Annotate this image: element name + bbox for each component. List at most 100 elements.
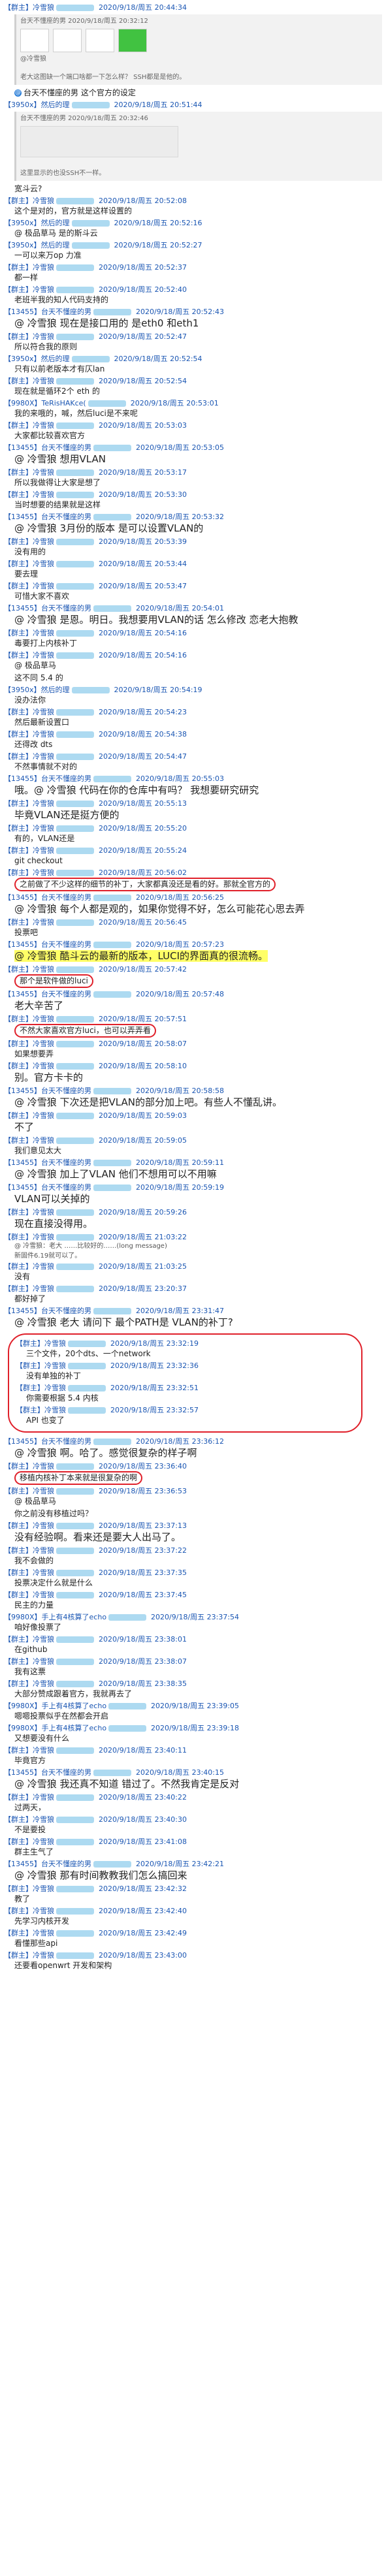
sender-nickname[interactable]: 台天不懂座的男 xyxy=(41,1768,91,1777)
sender-nickname[interactable]: 台天不懂座的男 xyxy=(41,893,91,902)
sender-nickname[interactable]: 冷雪狼 xyxy=(33,1884,54,1893)
sender-nickname[interactable]: 台天不懂座的男 xyxy=(41,1087,91,1095)
sender-nickname[interactable]: 台天不懂座的男 xyxy=(41,513,91,521)
sender-nickname[interactable]: 冷雪狼 xyxy=(33,377,54,385)
chat-message: 【群主】冷雪狼 2020/9/18/周五 20:52:08 这个是对的，官方就是这样… xyxy=(4,196,382,217)
sender-nickname[interactable]: 冷雪狼 xyxy=(33,1657,54,1666)
sender-nickname[interactable]: 冷雪狼 xyxy=(33,1793,54,1802)
sender-nickname[interactable]: 冷雪狼 xyxy=(33,1062,54,1070)
sender-nickname[interactable]: 冷雪狼 xyxy=(33,421,54,430)
sender-nickname[interactable]: 冷雪狼 xyxy=(33,285,54,294)
sender-nickname[interactable]: 冷雪狼 xyxy=(44,1406,66,1414)
sender-nickname[interactable]: 台天不懂座的男 xyxy=(41,308,91,316)
sender-nickname[interactable]: 手上有4核算了echo xyxy=(42,1613,107,1621)
sender-nickname[interactable]: 冷雪狼 xyxy=(44,1339,66,1348)
sender-nickname[interactable]: 台天不懂座的男 xyxy=(41,940,91,949)
quote-line xyxy=(20,64,378,73)
sender-nickname[interactable]: 冷雪狼 xyxy=(33,1929,54,1937)
sender-nickname[interactable]: 冷雪狼 xyxy=(33,1487,54,1495)
sender-nickname[interactable]: 冷雪狼 xyxy=(33,490,54,499)
sender-nickname[interactable]: 冷雪狼 xyxy=(33,332,54,341)
message-timestamp: 2020/9/18/周五 20:52:08 xyxy=(99,197,187,205)
sender-nickname[interactable]: 冷雪狼 xyxy=(33,629,54,637)
sender-nickname[interactable]: 台天不懂座的男 xyxy=(41,1307,91,1315)
sender-nickname[interactable]: 冷雪狼 xyxy=(33,1284,54,1293)
sender-nickname[interactable]: 然后的理 xyxy=(41,241,70,249)
sender-nickname[interactable]: TeRisHAKce( xyxy=(42,399,86,407)
chat-message: 【群主】冷雪狼 2020/9/18/周五 23:32:57 API 也变了 xyxy=(16,1405,355,1426)
message-text: 毒要打上内核补丁 xyxy=(4,638,382,649)
message-text-content: 宽斗云? xyxy=(14,184,42,193)
sender-nickname[interactable]: 台天不懂座的男 xyxy=(41,774,91,783)
sender-nickname[interactable]: 冷雪狼 xyxy=(44,1384,66,1392)
message-header: 【群主】冷雪狼 2020/9/18/周五 20:53:17 xyxy=(4,468,382,477)
sender-nickname[interactable]: 台天不懂座的男 xyxy=(41,1437,91,1446)
sender-nickname[interactable]: 然后的理 xyxy=(41,101,70,109)
sender-nickname[interactable]: 台天不懂座的男 xyxy=(41,1183,91,1192)
sender-nickname[interactable]: 冷雪狼 xyxy=(33,799,54,808)
redacted-qq-id xyxy=(93,776,131,782)
sender-nickname[interactable]: 冷雪狼 xyxy=(33,1015,54,1023)
sender-nickname[interactable]: 冷雪狼 xyxy=(33,560,54,568)
sender-nickname[interactable]: 冷雪狼 xyxy=(33,263,54,272)
sender-nickname[interactable]: 手上有4核算了echo xyxy=(42,1724,107,1732)
sender-nickname[interactable]: 冷雪狼 xyxy=(33,1233,54,1241)
sender-nickname[interactable]: 冷雪狼 xyxy=(33,1951,54,1960)
quoted-screenshot[interactable] xyxy=(20,126,178,157)
sender-nickname[interactable]: 手上有4核算了echo xyxy=(42,1702,107,1710)
sender-nickname[interactable]: 冷雪狼 xyxy=(33,537,54,546)
sender-nickname[interactable]: 台天不懂座的男 xyxy=(41,443,91,452)
sender-nickname[interactable]: 冷雪狼 xyxy=(33,1679,54,1688)
sender-nickname[interactable]: 冷雪狼 xyxy=(44,1361,66,1370)
sender-nickname[interactable]: 冷雪狼 xyxy=(33,582,54,590)
sender-nickname[interactable]: 然后的理 xyxy=(41,686,70,694)
member-title-badge: 【群主】 xyxy=(16,1339,44,1348)
sender-nickname[interactable]: 冷雪狼 xyxy=(33,824,54,833)
sender-nickname[interactable]: 冷雪狼 xyxy=(33,1208,54,1216)
message-header: 【群主】冷雪狼 2020/9/18/周五 23:32:19 xyxy=(16,1339,355,1348)
sender-nickname[interactable]: 冷雪狼 xyxy=(33,1635,54,1644)
sender-nickname[interactable]: 冷雪狼 xyxy=(33,1568,54,1577)
quoted-screenshot[interactable] xyxy=(20,29,378,52)
sender-nickname[interactable]: 冷雪狼 xyxy=(33,1136,54,1145)
sender-nickname[interactable]: 冷雪狼 xyxy=(33,1837,54,1846)
sender-nickname[interactable]: 冷雪狼 xyxy=(33,1462,54,1471)
sender-nickname[interactable]: 冷雪狼 xyxy=(33,651,54,660)
message-timestamp: 2020/9/18/周五 23:32:51 xyxy=(110,1384,199,1392)
member-title-badge: 【群主】 xyxy=(4,708,33,716)
sender-nickname[interactable]: 冷雪狼 xyxy=(33,1111,54,1120)
sender-nickname[interactable]: 冷雪狼 xyxy=(33,468,54,477)
message-text: 民主的力量 xyxy=(4,1600,382,1611)
sender-nickname[interactable]: 冷雪狼 xyxy=(33,1591,54,1599)
sender-nickname[interactable]: 冷雪狼 xyxy=(33,918,54,927)
sender-nickname[interactable]: 冷雪狼 xyxy=(33,1746,54,1755)
sender-nickname[interactable]: 冷雪狼 xyxy=(33,1907,54,1915)
message-text-content: 看懂那些api xyxy=(14,1939,58,1948)
sender-nickname[interactable]: 然后的理 xyxy=(41,355,70,363)
sender-nickname[interactable]: 冷雪狼 xyxy=(33,730,54,739)
sender-nickname[interactable]: 冷雪狼 xyxy=(33,1040,54,1048)
sender-nickname[interactable]: 冷雪狼 xyxy=(33,868,54,877)
sender-nickname[interactable]: 冷雪狼 xyxy=(33,965,54,974)
sender-nickname[interactable]: 台天不懂座的男 xyxy=(41,604,91,612)
chat-message: 【13455】台天不懂座的男 2020/9/18/周五 23:31:47 @ 冷雪狼… xyxy=(4,1306,382,1329)
sender-nickname[interactable]: 冷雪狼 xyxy=(33,752,54,761)
sender-nickname[interactable]: 冷雪狼 xyxy=(33,708,54,716)
sender-nickname[interactable]: 然后的理 xyxy=(41,219,70,227)
member-title-badge: 【13455】 xyxy=(4,940,41,949)
sender-nickname[interactable]: 冷雪狼 xyxy=(33,197,54,205)
sender-nickname[interactable]: 台天不懂座的男 xyxy=(41,1860,91,1868)
member-title-badge: 【群主】 xyxy=(4,468,33,477)
sender-nickname[interactable]: 冷雪狼 xyxy=(33,1546,54,1555)
sender-nickname[interactable]: 冷雪狼 xyxy=(33,846,54,855)
sender-nickname[interactable]: 台天不懂座的男 xyxy=(41,990,91,998)
sender-nickname[interactable]: 冷雪狼 xyxy=(33,3,54,12)
sender-nickname[interactable]: 冷雪狼 xyxy=(33,1521,54,1530)
sender-nickname[interactable]: 台天不懂座的男 xyxy=(41,1158,91,1167)
circled-highlight: 之前做了不少这样的细节的补丁，大家都真没还是看的好。那就全官方的 xyxy=(14,878,276,891)
sender-nickname[interactable]: 冷雪狼 xyxy=(33,1815,54,1824)
sender-nickname[interactable]: 冷雪狼 xyxy=(33,1262,54,1271)
redacted-qq-id xyxy=(68,1341,106,1347)
message-timestamp: 2020/9/18/周五 23:36:12 xyxy=(136,1437,225,1446)
message-header: 【13455】台天不懂座的男 2020/9/18/周五 20:53:05 xyxy=(4,443,382,453)
